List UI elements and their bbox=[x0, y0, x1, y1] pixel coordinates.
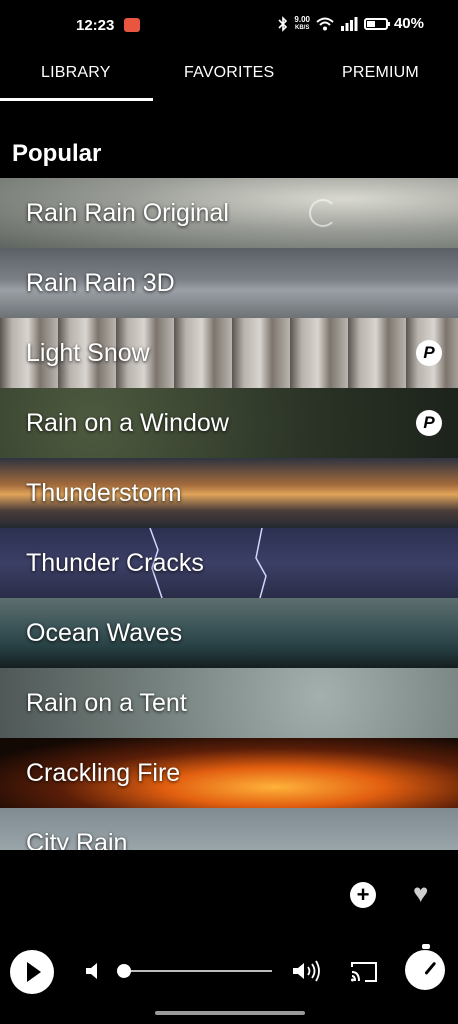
status-indicators: 9.00 KB/S 40% bbox=[278, 15, 424, 32]
sound-item-crackling-fire[interactable]: Crackling Fire bbox=[0, 738, 458, 808]
sound-item-label: Rain Rain Original bbox=[26, 199, 229, 227]
heart-icon[interactable]: ♥ bbox=[413, 878, 428, 909]
sound-item-thunder-cracks[interactable]: Thunder Cracks bbox=[0, 528, 458, 598]
bluetooth-icon bbox=[278, 15, 288, 32]
cast-icon[interactable] bbox=[349, 961, 379, 983]
sound-item-light-snow[interactable]: Light Snow P bbox=[0, 318, 458, 388]
timer-icon[interactable] bbox=[405, 944, 445, 990]
loading-spinner-icon bbox=[309, 199, 337, 227]
status-bar: 12:23 9.00 KB/S 40% bbox=[0, 0, 458, 50]
status-time: 12:23 bbox=[76, 17, 115, 34]
section-title: Popular bbox=[12, 140, 102, 167]
add-icon[interactable]: + bbox=[350, 882, 376, 908]
timer-hand bbox=[424, 961, 437, 975]
home-indicator bbox=[155, 1011, 305, 1015]
battery-icon bbox=[363, 17, 390, 30]
wifi-icon bbox=[316, 17, 334, 30]
network-speed-unit: KB/S bbox=[295, 24, 310, 31]
sound-item-rain-on-a-window[interactable]: Rain on a Window P bbox=[0, 388, 458, 458]
network-speed: 9.00 KB/S bbox=[294, 14, 310, 32]
signal-icon bbox=[340, 16, 358, 31]
sound-list[interactable]: Rain Rain Original Rain Rain 3D Light Sn… bbox=[0, 178, 458, 850]
volume-slider-track[interactable] bbox=[124, 970, 272, 972]
sound-item-label: Rain on a Window bbox=[26, 409, 229, 437]
tab-premium[interactable]: PREMIUM bbox=[342, 64, 419, 82]
mix-controls: + ♥ bbox=[0, 870, 458, 920]
sound-item-label: Thunder Cracks bbox=[26, 549, 204, 577]
sound-item-city-rain[interactable]: City Rain bbox=[0, 808, 458, 850]
sound-item-label: Thunderstorm bbox=[26, 479, 182, 507]
sound-item-label: City Rain bbox=[26, 829, 128, 850]
notification-app-icon bbox=[124, 18, 140, 32]
sound-item-label: Light Snow bbox=[26, 339, 150, 367]
sound-item-label: Ocean Waves bbox=[26, 619, 183, 647]
sound-item-rain-on-a-tent[interactable]: Rain on a Tent bbox=[0, 668, 458, 738]
network-speed-value: 9.00 bbox=[294, 14, 310, 24]
volume-high-icon[interactable] bbox=[291, 960, 323, 982]
volume-low-icon[interactable] bbox=[84, 960, 102, 982]
sound-item-thunderstorm[interactable]: Thunderstorm bbox=[0, 458, 458, 528]
sound-item-ocean-waves[interactable]: Ocean Waves bbox=[0, 598, 458, 668]
volume-slider-thumb[interactable] bbox=[117, 964, 131, 978]
tab-selected-indicator bbox=[0, 98, 153, 101]
tab-favorites[interactable]: FAVORITES bbox=[184, 64, 274, 82]
tab-bar: LIBRARY FAVORITES PREMIUM bbox=[0, 50, 458, 102]
play-icon[interactable] bbox=[10, 950, 54, 994]
tab-library[interactable]: LIBRARY bbox=[41, 64, 111, 82]
sound-item-rain-rain-3d[interactable]: Rain Rain 3D bbox=[0, 248, 458, 318]
sound-item-label: Crackling Fire bbox=[26, 759, 181, 787]
premium-badge-icon: P bbox=[416, 340, 442, 366]
battery-percent: 40% bbox=[393, 15, 424, 32]
sound-item-label: Rain on a Tent bbox=[26, 689, 187, 717]
premium-badge-icon: P bbox=[416, 410, 442, 436]
player-bar bbox=[0, 940, 458, 1002]
sound-item-rain-rain-original[interactable]: Rain Rain Original bbox=[0, 178, 458, 248]
sound-item-label: Rain Rain 3D bbox=[26, 269, 175, 297]
